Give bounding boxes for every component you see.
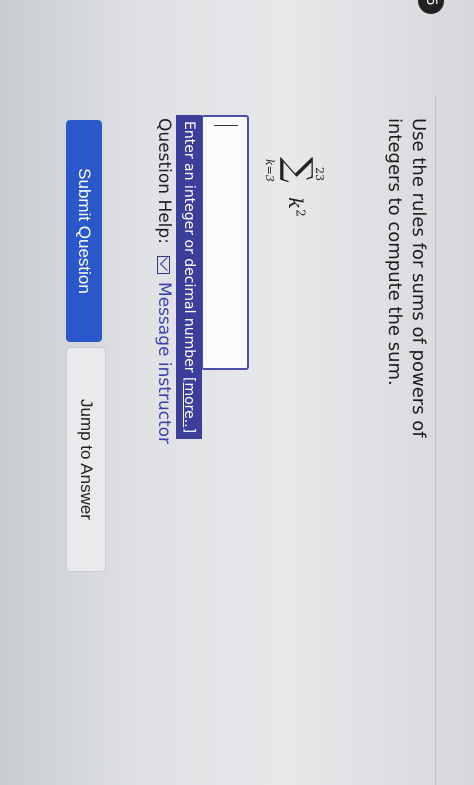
divider <box>435 95 436 785</box>
sum-term-exponent: 2 <box>293 209 308 217</box>
input-hint: Enter an integer or decimal number [more… <box>176 115 202 440</box>
question-panel: 6 Use the rules for sums of powers of in… <box>0 0 474 785</box>
question-prompt: Use the rules for sums of powers of inte… <box>384 118 429 438</box>
sum-term-variable: k <box>284 197 308 210</box>
question-help: Question Help: Message instructor <box>154 118 174 444</box>
sum-term: k2 <box>284 197 308 217</box>
jump-to-answer-button[interactable]: Jump to Answer <box>66 347 106 572</box>
text-cursor <box>214 125 238 126</box>
input-hint-text: Enter an integer or decimal number <box>181 121 197 373</box>
submit-question-button[interactable]: Submit Question <box>66 120 102 342</box>
message-instructor-link[interactable]: Message instructor <box>154 282 174 444</box>
question-number-badge: 6 <box>418 0 444 14</box>
mail-icon[interactable] <box>157 255 171 274</box>
answer-input[interactable] <box>201 115 249 370</box>
more-link[interactable]: [more..] <box>181 377 197 433</box>
sum-lower-limit: k=3 <box>263 159 276 182</box>
sigma-symbol: ∑ <box>278 157 319 183</box>
summation-expression: 23 ∑ k=3 k2 <box>251 145 326 217</box>
question-help-label: Question Help: <box>154 118 174 244</box>
